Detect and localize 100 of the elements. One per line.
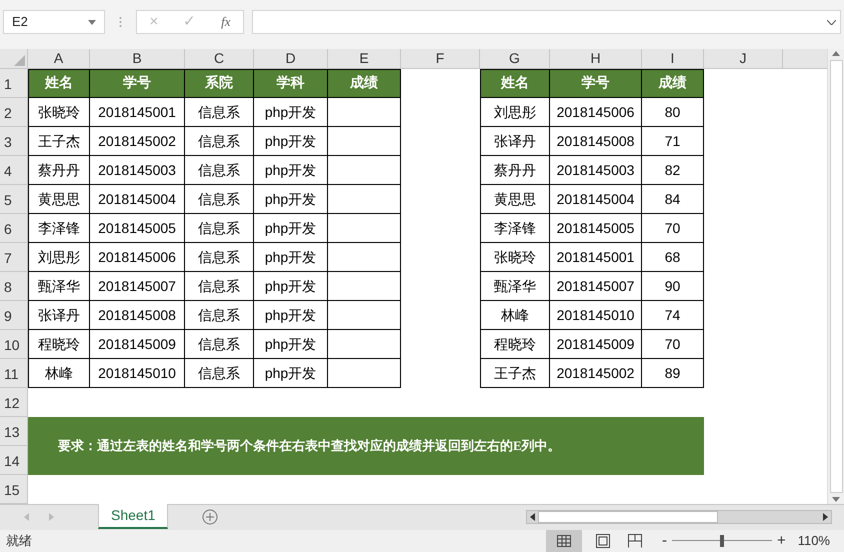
sheet-tab[interactable]: Sheet1 (98, 504, 168, 529)
insert-function-button[interactable]: fx (221, 12, 230, 32)
table-cell: 70 (642, 214, 704, 244)
expand-caret-icon (827, 20, 836, 24)
scroll-thumb[interactable] (830, 60, 842, 494)
table-cell: 2018145005 (90, 214, 185, 244)
column-heading: 学号 (550, 69, 642, 98)
table-cell: 张晓玲 (480, 243, 550, 272)
table-cell: 2018145008 (550, 127, 642, 156)
zoom-slider-thumb[interactable] (720, 534, 724, 547)
row-header[interactable]: 10 (0, 330, 28, 360)
table-cell: 80 (642, 98, 704, 128)
table-cell: 张译丹 (28, 301, 90, 330)
next-sheet-icon (49, 513, 54, 522)
table-cell: 刘思彤 (28, 243, 90, 272)
table-cell: 李泽锋 (480, 214, 550, 244)
table-cell: 信息系 (185, 330, 254, 360)
table-cell: 2018145004 (550, 185, 642, 214)
row-header[interactable]: 12 (0, 388, 28, 418)
table-cell: 68 (642, 243, 704, 272)
table-cell: 2018145003 (550, 156, 642, 186)
table-cell: 2018145002 (550, 359, 642, 388)
column-header[interactable]: F (401, 49, 480, 70)
vertical-scrollbar[interactable] (827, 49, 844, 504)
zoom-level[interactable]: 110% (798, 531, 830, 550)
normal-view-button[interactable] (546, 530, 582, 552)
page-layout-icon (596, 534, 610, 548)
scroll-thumb[interactable] (538, 511, 718, 524)
table-cell: 82 (642, 156, 704, 186)
table-cell: php开发 (254, 301, 328, 330)
name-box[interactable]: E2 (3, 10, 105, 34)
column-heading: 成绩 (328, 69, 401, 98)
table-cell: 信息系 (185, 214, 254, 244)
table-cell: 84 (642, 185, 704, 214)
column-header[interactable]: A (28, 49, 90, 70)
table-cell: php开发 (254, 359, 328, 388)
table-cell: 王子杰 (28, 127, 90, 156)
row-header[interactable]: 14 (0, 446, 28, 476)
zoom-in-button[interactable]: + (776, 530, 786, 552)
row-header[interactable]: 3 (0, 127, 28, 156)
column-header[interactable]: E (328, 49, 401, 70)
table-cell: 信息系 (185, 243, 254, 272)
column-heading: 姓名 (480, 69, 550, 98)
table-cell: 2018145006 (90, 243, 185, 272)
table-cell: 2018145010 (90, 359, 185, 388)
table-cell: 74 (642, 301, 704, 330)
column-header[interactable]: J (704, 49, 783, 70)
column-header[interactable]: I (642, 49, 704, 70)
table-cell: 信息系 (185, 359, 254, 388)
select-all-corner[interactable] (0, 49, 28, 70)
table-cell: 甄泽华 (28, 272, 90, 302)
previous-sheet-icon (24, 513, 29, 522)
table-cell: 林峰 (480, 301, 550, 330)
scroll-right-icon (823, 513, 828, 522)
column-header[interactable]: H (550, 49, 642, 70)
table-cell: php开发 (254, 185, 328, 214)
add-sheet-icon (202, 509, 218, 526)
table-cell: 信息系 (185, 156, 254, 186)
table-cell: php开发 (254, 127, 328, 156)
table-cell: 89 (642, 359, 704, 388)
column-header[interactable]: C (185, 49, 254, 70)
table-cell: 蔡丹丹 (28, 156, 90, 186)
row-header[interactable]: 6 (0, 214, 28, 244)
row-header[interactable]: 13 (0, 417, 28, 446)
column-header[interactable]: G (480, 49, 550, 70)
table-cell: php开发 (254, 330, 328, 360)
table-cell: 2018145003 (90, 156, 185, 186)
column-heading: 成绩 (642, 69, 704, 98)
table-cell: 信息系 (185, 127, 254, 156)
table-cell: 71 (642, 127, 704, 156)
row-header[interactable]: 7 (0, 243, 28, 272)
column-heading: 学号 (90, 69, 185, 98)
column-heading: 系院 (185, 69, 254, 98)
table-cell: 2018145007 (90, 272, 185, 302)
table-cell: 2018145007 (550, 272, 642, 302)
grid-icon (556, 534, 571, 547)
row-header[interactable]: 5 (0, 185, 28, 214)
row-header[interactable]: 4 (0, 156, 28, 186)
row-header[interactable]: 1 (0, 69, 28, 98)
table-cell: php开发 (254, 243, 328, 272)
row-header[interactable]: 2 (0, 98, 28, 128)
column-header[interactable]: B (90, 49, 185, 70)
scroll-left-icon (530, 513, 535, 522)
table-cell: 李泽锋 (28, 214, 90, 244)
horizontal-scrollbar[interactable] (526, 510, 832, 524)
zoom-out-button[interactable]: - (662, 530, 667, 552)
table-cell: 张译丹 (480, 127, 550, 156)
table-cell: 刘思彤 (480, 98, 550, 128)
row-header[interactable]: 9 (0, 301, 28, 330)
row-header[interactable]: 8 (0, 272, 28, 302)
row-header[interactable]: 11 (0, 359, 28, 388)
column-header[interactable]: D (254, 49, 328, 70)
table-cell: 70 (642, 330, 704, 360)
table-cell: 程晓玲 (28, 330, 90, 360)
table-cell: 信息系 (185, 272, 254, 302)
column-heading: 姓名 (28, 69, 90, 98)
table-cell: 林峰 (28, 359, 90, 388)
requirement-banner: 要求：通过左表的姓名和学号两个条件在右表中查找对应的成绩并返回到左右的E列中。 (28, 417, 704, 476)
formula-input-field[interactable] (252, 10, 841, 34)
row-header[interactable]: 15 (0, 475, 28, 504)
